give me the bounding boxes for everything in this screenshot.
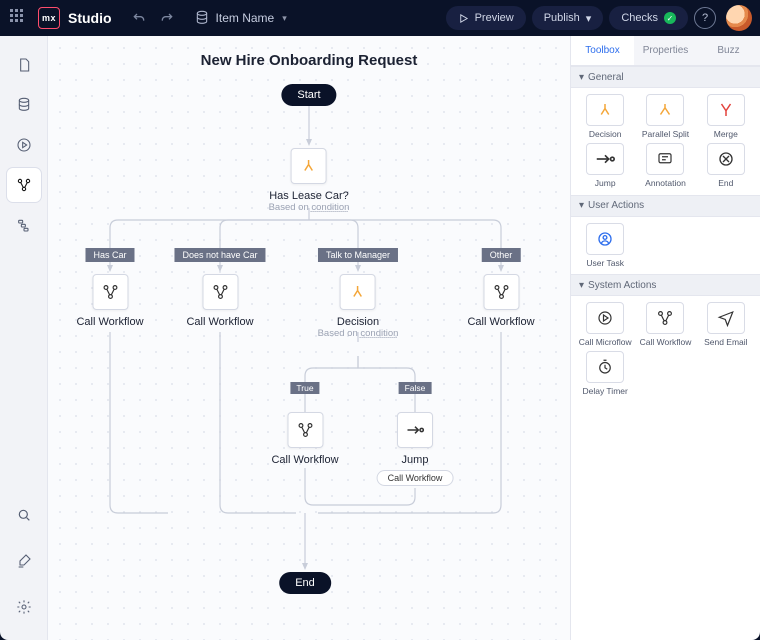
node-label: Jump <box>402 454 429 466</box>
tab-toolbox[interactable]: Toolbox <box>571 36 634 65</box>
preview-button[interactable]: Preview <box>446 6 526 30</box>
rail-domain[interactable] <box>7 88 41 122</box>
branch-tag-other: Other <box>482 248 521 262</box>
chevron-down-icon: ▾ <box>579 280 584 291</box>
chevron-down-icon: ▾ <box>579 72 584 83</box>
call-workflow-node[interactable]: Call Workflow <box>186 274 253 328</box>
node-sublabel: Based on condition <box>269 202 350 213</box>
rail-theme[interactable] <box>7 544 41 578</box>
decision-node[interactable]: Decision Based on condition <box>318 274 399 339</box>
preview-label: Preview <box>475 12 514 24</box>
chevron-down-icon: ▾ <box>282 13 287 24</box>
brand-name: Studio <box>68 10 112 26</box>
rail-workflows[interactable] <box>7 168 41 202</box>
branch-tag-talk: Talk to Manager <box>318 248 398 262</box>
workflow-canvas[interactable]: New Hire Onboarding Request <box>48 36 570 640</box>
node-label: Call Workflow <box>186 316 253 328</box>
tool-user-task[interactable]: User Task <box>577 223 633 268</box>
node-label: Call Workflow <box>76 316 143 328</box>
rail-search[interactable] <box>7 498 41 532</box>
help-button[interactable]: ? <box>694 7 716 29</box>
tool-end[interactable]: End <box>698 143 754 188</box>
start-node[interactable]: Start <box>281 84 336 106</box>
node-label: Call Workflow <box>271 454 338 466</box>
node-label: Call Workflow <box>467 316 534 328</box>
avatar[interactable] <box>726 5 752 31</box>
redo-button[interactable] <box>156 7 178 29</box>
checks-label: Checks <box>621 12 658 24</box>
tool-jump[interactable]: Jump <box>577 143 633 188</box>
node-label: Has Lease Car? <box>269 190 349 202</box>
call-workflow-node[interactable]: Call Workflow <box>76 274 143 328</box>
tool-send-email[interactable]: Send Email <box>698 302 754 347</box>
rail-settings[interactable] <box>7 590 41 624</box>
chevron-down-icon: ▾ <box>586 12 592 25</box>
checks-button[interactable]: Checks ✓ <box>609 6 688 30</box>
jump-node[interactable]: Jump <box>397 412 433 466</box>
tool-call-workflow[interactable]: Call Workflow <box>637 302 693 347</box>
end-node[interactable]: End <box>279 572 331 594</box>
call-workflow-node[interactable]: Call Workflow <box>467 274 534 328</box>
jump-target-chip[interactable]: Call Workflow <box>377 470 454 486</box>
call-workflow-node[interactable]: Call Workflow <box>271 412 338 466</box>
rail-navigation[interactable] <box>7 208 41 242</box>
app-switcher-icon[interactable] <box>10 9 28 27</box>
tab-properties[interactable]: Properties <box>634 36 697 65</box>
publish-button[interactable]: Publish ▾ <box>532 6 604 30</box>
branch-tag-no-car: Does not have Car <box>174 248 265 262</box>
tool-parallel-split[interactable]: Parallel Split <box>637 94 693 139</box>
page-title: New Hire Onboarding Request <box>48 52 570 69</box>
chevron-down-icon: ▾ <box>579 200 584 211</box>
rail-microflows[interactable] <box>7 128 41 162</box>
item-selector-label: Item Name <box>216 11 275 25</box>
node-sublabel: Based on condition <box>318 328 399 339</box>
section-general[interactable]: ▾General <box>571 66 760 88</box>
item-selector[interactable]: Item Name ▾ <box>194 10 287 26</box>
branch-tag-false: False <box>399 382 432 394</box>
tool-call-microflow[interactable]: Call Microflow <box>577 302 633 347</box>
section-user-actions[interactable]: ▾User Actions <box>571 195 760 217</box>
tab-buzz[interactable]: Buzz <box>697 36 760 65</box>
tool-delay-timer[interactable]: Delay Timer <box>577 351 633 396</box>
checks-status-icon: ✓ <box>664 12 676 24</box>
node-label: Decision <box>337 316 379 328</box>
branch-tag-has-car: Has Car <box>85 248 134 262</box>
publish-label: Publish <box>544 12 580 24</box>
tool-decision[interactable]: Decision <box>577 94 633 139</box>
logo: mx <box>38 7 60 29</box>
section-system-actions[interactable]: ▾System Actions <box>571 274 760 296</box>
decision-node-lease-car[interactable]: Has Lease Car? Based on condition <box>269 148 350 213</box>
tool-annotation[interactable]: Annotation <box>637 143 693 188</box>
rail-pages[interactable] <box>7 48 41 82</box>
undo-button[interactable] <box>128 7 150 29</box>
branch-tag-true: True <box>290 382 319 394</box>
tool-merge[interactable]: Merge <box>698 94 754 139</box>
